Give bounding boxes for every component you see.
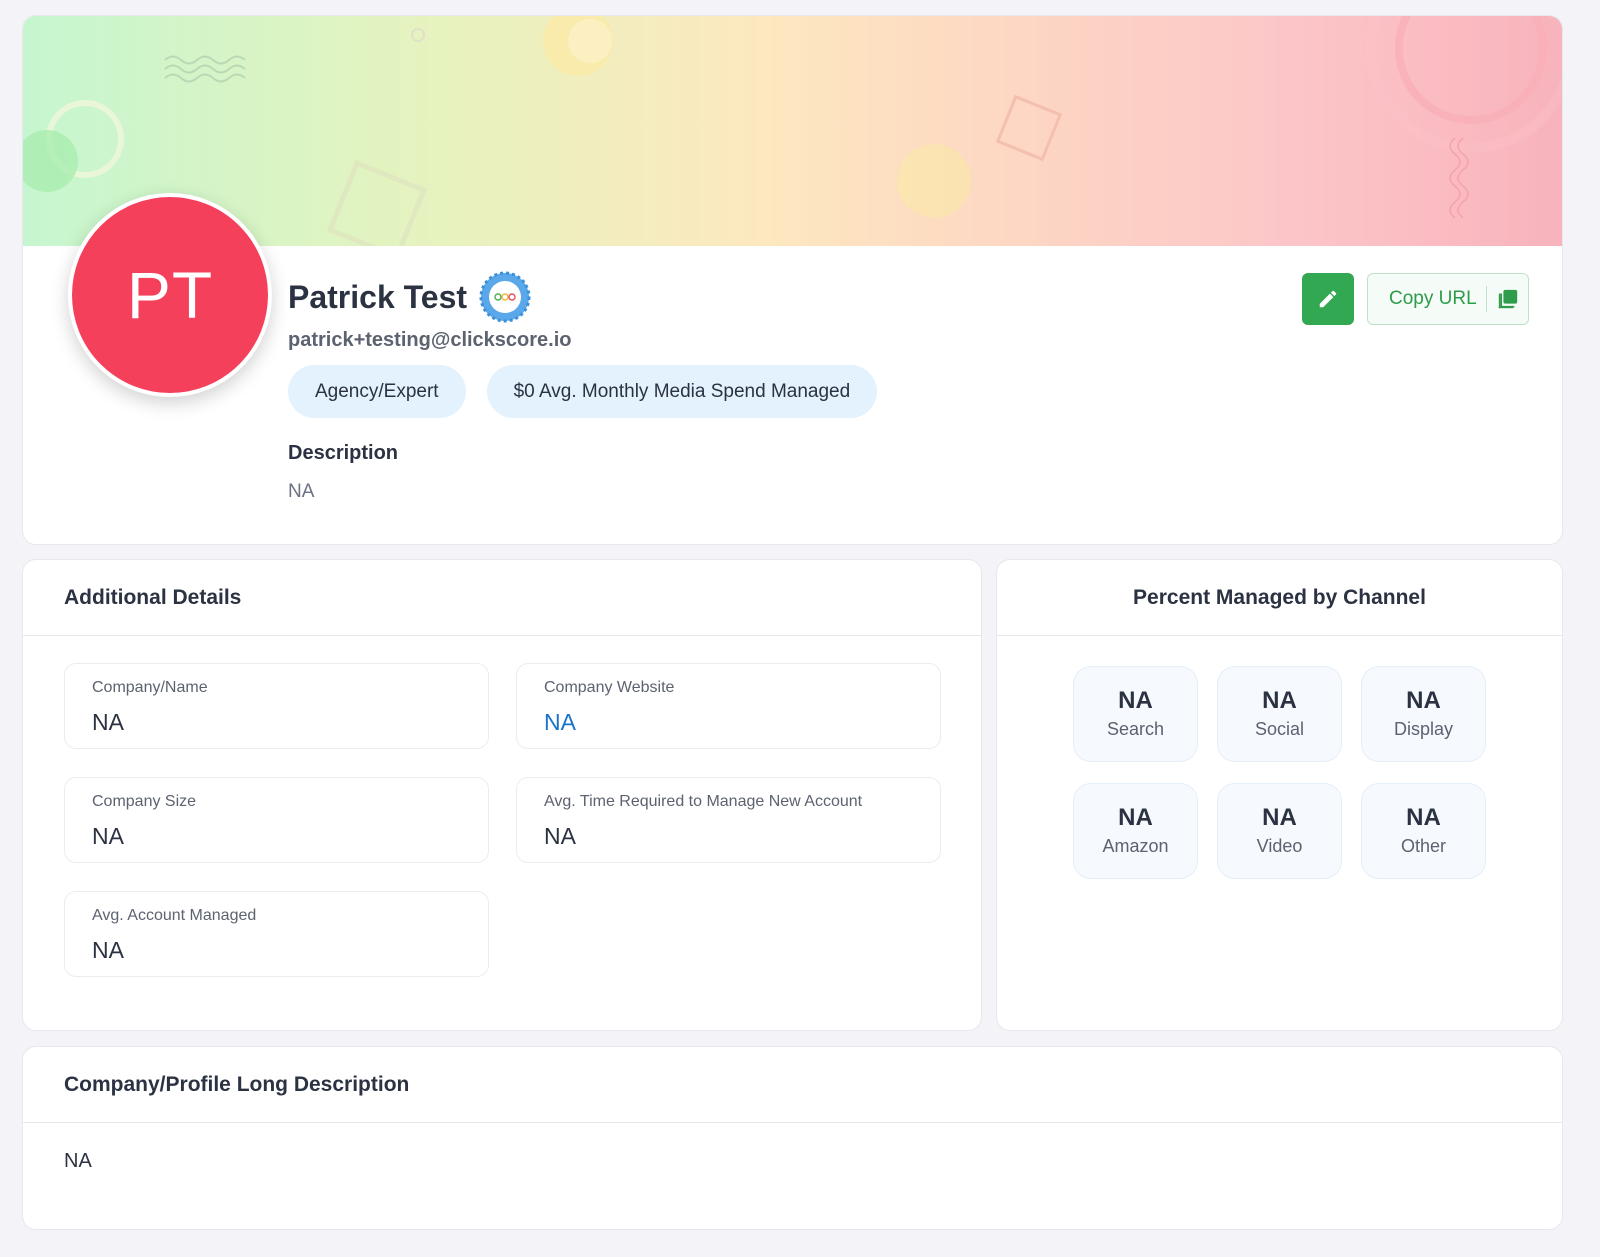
field-avg-account-managed: Avg. Account Managed NA bbox=[64, 891, 489, 977]
copy-icon bbox=[1498, 289, 1517, 309]
long-description-card: Company/Profile Long Description NA bbox=[22, 1046, 1563, 1230]
channel-label: Other bbox=[1400, 836, 1447, 856]
company-website-link[interactable]: NA bbox=[544, 709, 576, 736]
field-label: Avg. Account Managed bbox=[92, 907, 257, 924]
tag-account-type: Agency/Expert bbox=[288, 365, 466, 418]
field-company-size: Company Size NA bbox=[64, 777, 489, 863]
field-label: Company/Name bbox=[92, 679, 208, 696]
field-label: Company Size bbox=[92, 793, 197, 810]
verified-badge-icon bbox=[479, 271, 531, 323]
copy-url-label: Copy URL bbox=[1389, 288, 1477, 309]
pencil-icon bbox=[1319, 290, 1337, 308]
additional-details-card: Additional Details Company/Name NA Compa… bbox=[22, 559, 982, 1031]
channel-card: Percent Managed by Channel NA Search NA … bbox=[996, 559, 1563, 1031]
long-description-value: NA bbox=[64, 1150, 92, 1172]
avatar-initials: PT bbox=[126, 258, 214, 332]
channel-value: NA bbox=[1118, 804, 1153, 831]
tag-media-spend: $0 Avg. Monthly Media Spend Managed bbox=[486, 365, 878, 418]
profile-email: patrick+testing@clickscore.io bbox=[288, 329, 572, 351]
channel-value: NA bbox=[1406, 687, 1441, 714]
field-value: NA bbox=[92, 937, 124, 963]
field-value: NA bbox=[92, 823, 124, 849]
profile-card: PT Patrick Test patrick+testing@clicksco… bbox=[22, 15, 1563, 545]
description-value: NA bbox=[288, 481, 315, 502]
field-label: Avg. Time Required to Manage New Account bbox=[544, 793, 863, 810]
channel-value: NA bbox=[1262, 687, 1297, 714]
channel-value: NA bbox=[1118, 687, 1153, 714]
channel-display: NA Display bbox=[1361, 666, 1486, 762]
field-label: Company Website bbox=[544, 679, 675, 696]
profile-name-row: Patrick Test bbox=[288, 271, 531, 323]
channel-label: Display bbox=[1393, 719, 1454, 739]
banner-decoration bbox=[23, 16, 1562, 246]
field-value: NA bbox=[92, 709, 124, 735]
channel-search: NA Search bbox=[1073, 666, 1198, 762]
field-company-website: Company Website NA bbox=[516, 663, 941, 749]
channel-label: Video bbox=[1256, 836, 1303, 856]
long-description-title: Company/Profile Long Description bbox=[23, 1047, 1562, 1123]
profile-banner bbox=[23, 16, 1562, 246]
edit-profile-button[interactable] bbox=[1302, 273, 1354, 325]
additional-details-title: Additional Details bbox=[23, 560, 981, 636]
channel-value: NA bbox=[1262, 804, 1297, 831]
field-avg-time-new-account: Avg. Time Required to Manage New Account… bbox=[516, 777, 941, 863]
field-company-name: Company/Name NA bbox=[64, 663, 489, 749]
channel-label: Social bbox=[1254, 719, 1305, 739]
channel-other: NA Other bbox=[1361, 783, 1486, 879]
profile-name: Patrick Test bbox=[288, 278, 468, 315]
copy-url-button[interactable]: Copy URL bbox=[1367, 273, 1529, 325]
copy-url-divider bbox=[1485, 286, 1487, 312]
channel-label: Search bbox=[1106, 719, 1165, 739]
channel-amazon: NA Amazon bbox=[1073, 783, 1198, 879]
avatar: PT bbox=[68, 193, 272, 397]
channel-video: NA Video bbox=[1217, 783, 1342, 879]
channel-social: NA Social bbox=[1217, 666, 1342, 762]
channel-label: Amazon bbox=[1102, 836, 1169, 856]
profile-tags: Agency/Expert $0 Avg. Monthly Media Spen… bbox=[288, 365, 878, 418]
channel-value: NA bbox=[1406, 804, 1441, 831]
field-value: NA bbox=[544, 823, 576, 849]
channel-title: Percent Managed by Channel bbox=[997, 560, 1562, 636]
description-title: Description bbox=[288, 442, 399, 464]
